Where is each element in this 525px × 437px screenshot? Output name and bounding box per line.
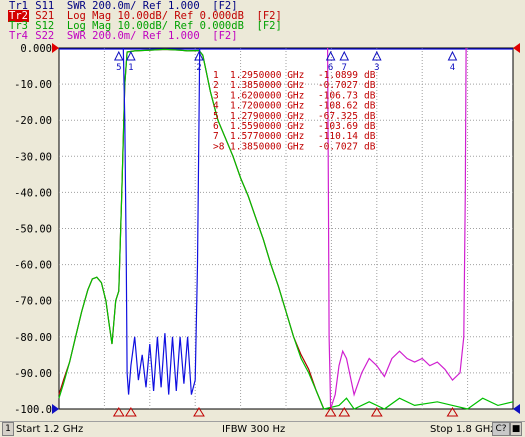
start-frequency[interactable]: Start 1.2 GHz [16,422,83,437]
marker-row-value: -0.7027 [318,141,358,152]
y-tick-label: -30.00 [14,151,52,163]
y-tick-label: -80.00 [14,332,52,344]
marker-label: 2 [196,63,201,73]
marker-row-number: >8 [213,141,225,152]
y-tick-label: 0.000 [20,43,52,55]
marker-label: 1 [128,63,133,73]
y-tick-label: -50.00 [14,224,52,236]
y-tick-label: -40.00 [14,187,52,199]
y-tick-label: -60.00 [14,260,52,272]
measurement-chart[interactable]: 0.000 -10.00 -20.00 -30.00 -40.00 -50.00 -60.0… [0,0,525,421]
marker-row-frequency: 1.3850000 GHz [230,141,304,152]
channel-indicator[interactable]: 1 [2,422,14,436]
calibration-status: C? [492,422,510,436]
ifbw-value[interactable]: IFBW 300 Hz [222,422,285,437]
stop-frequency[interactable]: Stop 1.8 GHz [430,422,496,437]
marker-label: 5 [116,63,121,73]
marker-row-unit: dB [364,141,376,152]
y-tick-label: -100.0 [14,404,52,416]
settings-icon[interactable]: ■ [510,422,522,436]
marker-label: 4 [450,63,455,73]
status-bar: 1 Start 1.2 GHz IFBW 300 Hz Stop 1.8 GHz… [0,421,525,437]
y-tick-label: -20.00 [14,115,52,127]
vna-window: Tr1 S11 SWR 200.0m/ Ref 1.000 [F2] Tr2 S2… [0,0,525,437]
y-tick-label: -70.00 [14,296,52,308]
y-tick-label: -10.00 [14,79,52,91]
y-tick-label: -90.00 [14,368,52,380]
